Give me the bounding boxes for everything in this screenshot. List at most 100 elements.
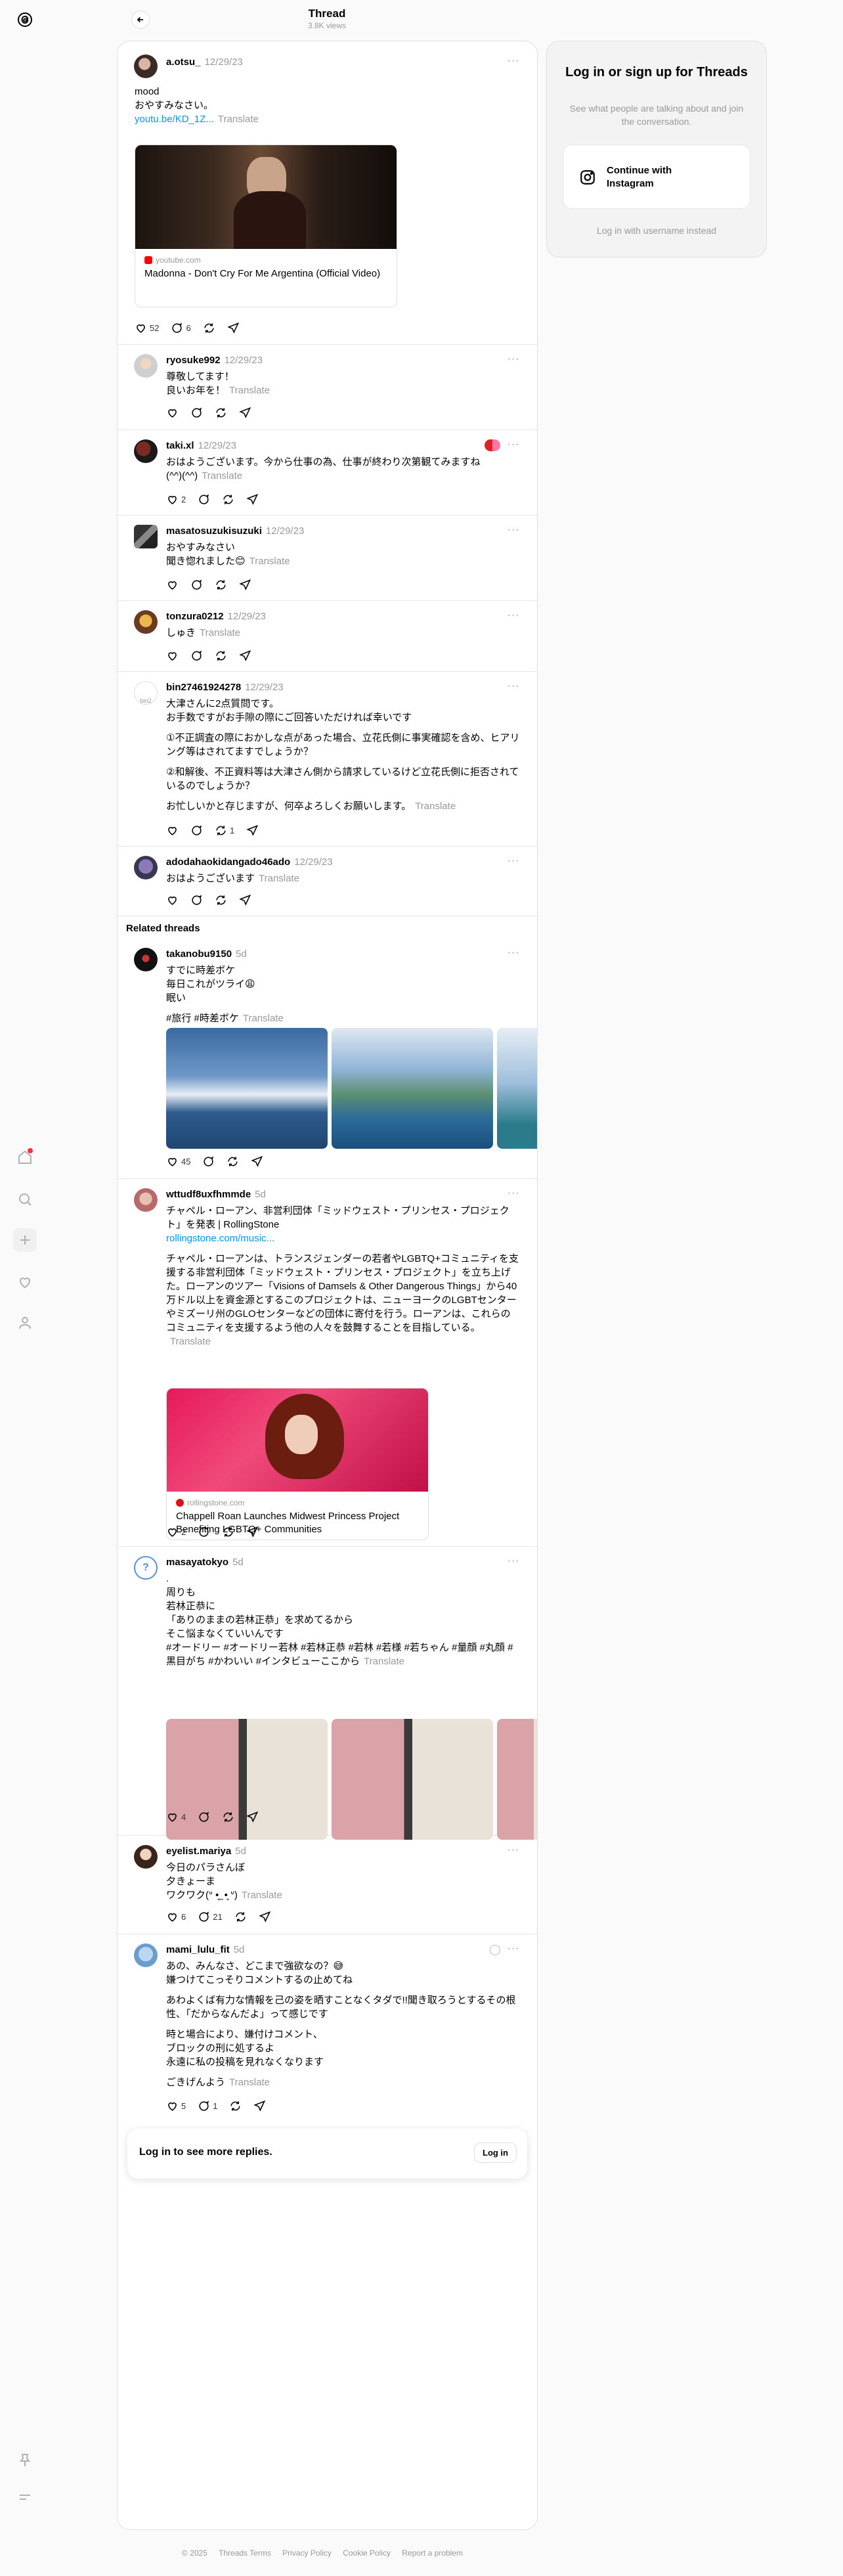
post-date[interactable]: 12/29/23 [294,856,332,868]
username[interactable]: mami_lulu_fit [166,1944,230,1955]
translate-link[interactable]: Translate [249,556,290,567]
post-date[interactable]: 12/29/23 [225,355,263,366]
like-button[interactable]: 2 [166,493,186,506]
repost-button[interactable] [203,322,215,334]
footer-link-privacy[interactable]: Privacy Policy [282,2548,332,2558]
username[interactable]: ryosuke992 [166,355,221,366]
repost-button[interactable] [215,650,227,662]
repost-button[interactable] [227,1155,239,1168]
reply-button[interactable]: 1 [198,2100,217,2112]
reply-button[interactable] [198,493,210,506]
translate-link[interactable]: Translate [200,627,240,638]
username[interactable]: masatosuzukisuzuki [166,525,262,537]
reply-button[interactable] [198,1526,210,1538]
post-image[interactable] [497,1719,537,1840]
share-button[interactable] [251,1155,263,1168]
avatar[interactable] [134,354,158,378]
repost-button[interactable] [234,1911,247,1923]
translate-link[interactable]: Translate [243,1013,284,1024]
share-button[interactable] [239,579,251,591]
post-date[interactable]: 12/29/23 [198,440,236,451]
like-button[interactable]: 5 [166,2100,186,2112]
menu-icon[interactable] [13,2485,37,2509]
username[interactable]: taki.xl [166,440,194,451]
post-link[interactable]: rollingstone.com/music... [166,1232,520,1245]
reply-button[interactable] [190,824,203,837]
post-date[interactable]: 12/29/23 [205,56,243,68]
share-button[interactable] [253,2100,266,2112]
share-button[interactable] [246,1811,259,1823]
post-image[interactable] [497,1028,537,1149]
repost-button[interactable] [229,2100,242,2112]
footer-link-terms[interactable]: Threads Terms [219,2548,271,2558]
share-button[interactable] [227,322,240,334]
profile-icon[interactable] [13,1311,37,1335]
share-button[interactable] [239,894,251,906]
share-button[interactable] [246,1526,259,1538]
like-button[interactable]: 52 [135,322,159,334]
continue-with-instagram-button[interactable]: Continue with Instagram [563,144,750,209]
avatar[interactable] [134,525,158,548]
reply-button[interactable] [190,407,203,419]
username[interactable]: wttudf8uxfhmmde [166,1189,251,1200]
reply-button[interactable]: 6 [171,322,191,334]
login-username-link[interactable]: Log in with username instead [547,225,766,236]
avatar[interactable] [134,856,158,879]
translate-link[interactable]: Translate [202,470,242,481]
avatar[interactable] [134,1845,158,1869]
post-link[interactable]: youtu.be/KD_1Z... [135,114,214,125]
like-button[interactable]: 4 [166,1811,186,1823]
username[interactable]: tonzura0212 [166,611,224,622]
link-preview-card[interactable] [166,1388,429,1506]
translate-link[interactable]: Translate [242,1890,282,1901]
username[interactable]: a.otsu_ [166,56,201,68]
post-hashtags[interactable]: #オードリー #オードリー若林 #若林正恭 #若林 #若様 #若ちゃん #量顔 … [166,1642,513,1667]
avatar[interactable] [134,1188,158,1212]
reply-button[interactable] [202,1155,215,1168]
like-button[interactable]: 2 [166,1526,186,1538]
post-image[interactable] [332,1719,493,1840]
post-date[interactable]: 5d [235,1846,246,1857]
footer-link-report[interactable]: Report a problem [402,2548,463,2558]
reply-button[interactable] [190,894,203,906]
translate-link[interactable]: Translate [415,801,456,812]
avatar[interactable]: bin2 [134,681,158,705]
like-button[interactable] [166,650,179,662]
repost-button[interactable] [222,1526,234,1538]
pin-icon[interactable] [13,2449,37,2472]
search-icon[interactable] [13,1188,37,1211]
translate-link[interactable]: Translate [364,1656,404,1667]
like-button[interactable] [166,894,179,906]
like-button[interactable]: 45 [166,1155,190,1168]
share-button[interactable] [258,1911,271,1923]
post-date[interactable]: 5d [255,1189,266,1200]
avatar[interactable] [134,948,158,971]
activity-icon[interactable] [13,1270,37,1294]
post-image[interactable] [332,1028,493,1149]
repost-button[interactable] [222,493,234,506]
reply-button[interactable] [198,1811,210,1823]
username[interactable]: eyelist.mariya [166,1846,231,1857]
link-preview-card[interactable]: youtube.com Madonna - Don't Cry For Me A… [135,144,397,307]
like-button[interactable] [166,407,179,419]
reply-button[interactable] [190,650,203,662]
share-button[interactable] [239,407,251,419]
post-hashtags[interactable]: #旅行 #時差ボケ [166,1013,239,1024]
avatar[interactable] [134,439,158,463]
threads-logo-icon[interactable] [13,8,37,32]
share-button[interactable] [239,650,251,662]
username[interactable]: bin27461924278 [166,682,241,693]
post-date[interactable]: 5d [236,948,247,960]
avatar[interactable] [134,55,158,78]
post-date[interactable]: 12/29/23 [228,611,266,622]
like-button[interactable] [166,579,179,591]
repost-button[interactable] [215,407,227,419]
translate-link[interactable]: Translate [170,1336,211,1347]
reply-button[interactable]: 21 [198,1911,223,1923]
share-button[interactable] [246,824,259,837]
post-date[interactable]: 5d [234,1944,245,1955]
repost-button[interactable] [222,1811,234,1823]
repost-button[interactable]: 1 [215,824,234,837]
avatar[interactable]: ? [134,1556,158,1580]
translate-link[interactable]: Translate [218,114,259,125]
